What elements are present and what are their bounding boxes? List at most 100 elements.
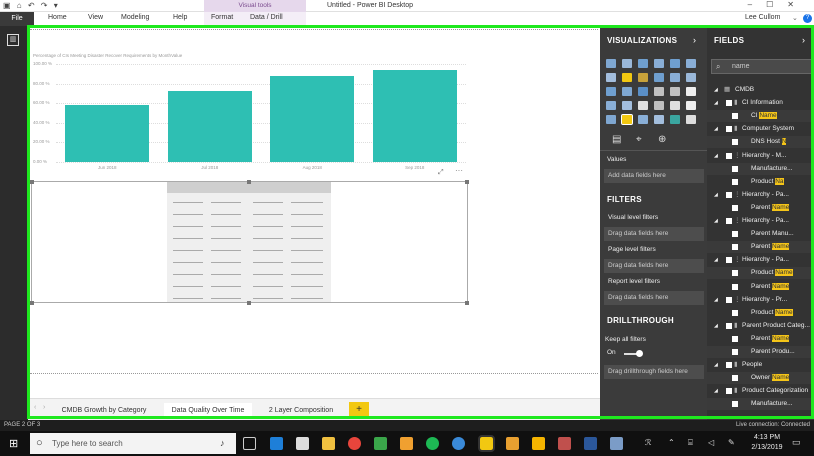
menu-format[interactable]: Format: [211, 14, 233, 21]
file-explorer-icon[interactable]: [322, 437, 335, 450]
line-cluster-icon[interactable]: [670, 73, 680, 82]
add-page-button[interactable]: +: [349, 402, 369, 417]
app-icon[interactable]: [610, 437, 623, 450]
mail-icon[interactable]: [296, 437, 309, 450]
field-item[interactable]: Manufacture...: [707, 398, 814, 411]
field-checkbox[interactable]: [732, 375, 738, 382]
field-checkbox[interactable]: [732, 139, 738, 146]
app-icon[interactable]: [452, 437, 465, 450]
power-bi-icon[interactable]: [478, 435, 495, 452]
quick-access-icons[interactable]: ▣ ⌂ ↶ ↷ ▾: [3, 1, 60, 10]
task-view-icon[interactable]: [243, 437, 256, 450]
waterfall-icon[interactable]: [606, 87, 616, 96]
focus-mode-icon[interactable]: ⤢: [438, 169, 444, 177]
menu-file[interactable]: File: [0, 12, 34, 26]
table-item[interactable]: ◢ ▦ CMDB: [707, 84, 814, 96]
field-checkbox[interactable]: [732, 309, 738, 316]
globe-icon[interactable]: [670, 115, 680, 124]
field-checkbox[interactable]: [732, 231, 738, 238]
notifications-icon[interactable]: ▭: [792, 437, 801, 448]
field-checkbox[interactable]: [726, 191, 732, 198]
microphone-icon[interactable]: ♪: [220, 433, 225, 454]
card-icon[interactable]: [654, 101, 664, 110]
app-icon[interactable]: [532, 437, 545, 450]
field-checkbox[interactable]: [732, 335, 738, 342]
app-icon[interactable]: [400, 437, 413, 450]
folder-item[interactable]: ◢ ⋮ Hierarchy - Pa...: [707, 254, 814, 266]
bar[interactable]: [65, 105, 150, 162]
field-checkbox[interactable]: [726, 152, 732, 159]
line-column-icon[interactable]: [654, 73, 664, 82]
field-checkbox[interactable]: [726, 126, 732, 133]
expand-chevron-icon[interactable]: ◢: [714, 123, 718, 135]
expand-chevron-icon[interactable]: ◢: [714, 254, 718, 266]
page-filters-dropzone[interactable]: Drag data fields here: [604, 259, 704, 273]
field-checkbox[interactable]: [726, 322, 732, 329]
resize-handle[interactable]: [30, 180, 34, 184]
clock-time[interactable]: 4:13 PM: [750, 434, 784, 441]
field-checkbox[interactable]: [732, 244, 738, 251]
field-item[interactable]: CI Name: [707, 110, 814, 123]
clustered-bar-icon[interactable]: [638, 59, 648, 68]
more-visuals-icon[interactable]: [686, 115, 696, 124]
tab-data-quality[interactable]: Data Quality Over Time: [164, 403, 252, 418]
expand-chevron-icon[interactable]: ◢: [714, 97, 718, 109]
expand-chevron-icon[interactable]: ◢: [714, 320, 718, 332]
scatter-icon[interactable]: [622, 87, 632, 96]
field-checkbox[interactable]: [732, 204, 738, 211]
tab-scroll-right-icon[interactable]: ›: [43, 404, 45, 411]
stacked-bar-icon[interactable]: [606, 59, 616, 68]
edge-icon[interactable]: [270, 437, 283, 450]
chrome-icon[interactable]: [348, 437, 361, 450]
menu-modeling[interactable]: Modeling: [121, 14, 149, 21]
field-item[interactable]: Parent Name: [707, 333, 814, 345]
resize-handle[interactable]: [465, 180, 469, 184]
multirow-card-icon[interactable]: [670, 101, 680, 110]
expand-chevron-icon[interactable]: ◢: [714, 215, 718, 227]
collapse-fields-icon[interactable]: ›: [802, 35, 805, 45]
field-item[interactable]: Product Name: [707, 267, 814, 280]
format-roller-icon[interactable]: ⌖: [636, 134, 642, 145]
field-item[interactable]: Manufacture...: [707, 162, 814, 175]
gauge-icon[interactable]: [638, 101, 648, 110]
more-options-icon[interactable]: ···: [455, 166, 463, 175]
folder-item[interactable]: ◢ ▮ People: [707, 359, 814, 371]
app-icon[interactable]: [558, 437, 571, 450]
filled-map-icon[interactable]: [606, 101, 616, 110]
field-item[interactable]: Owner Name: [707, 372, 814, 385]
field-item[interactable]: Product Na: [707, 176, 814, 188]
folder-item[interactable]: ◢ ▮ CI Information: [707, 97, 814, 109]
resize-handle[interactable]: [247, 301, 251, 305]
field-checkbox[interactable]: [726, 100, 732, 107]
table-icon[interactable]: [621, 114, 633, 125]
field-checkbox[interactable]: [726, 218, 732, 224]
expand-chevron-icon[interactable]: ◢: [714, 84, 718, 96]
field-checkbox[interactable]: [732, 113, 738, 120]
field-item[interactable]: Parent Produ...: [707, 346, 814, 358]
ribbon-icon[interactable]: [686, 73, 696, 82]
menu-data-drill[interactable]: Data / Drill: [250, 14, 283, 21]
windows-start-icon[interactable]: ⊞: [9, 437, 18, 450]
field-checkbox[interactable]: [726, 362, 732, 369]
folder-item[interactable]: ◢ ▮ Product Categorization: [707, 385, 814, 397]
field-checkbox[interactable]: [732, 165, 738, 172]
clock-date[interactable]: 2/13/2019: [750, 444, 784, 451]
tab-2-layer[interactable]: 2 Layer Composition: [262, 403, 340, 418]
folder-item[interactable]: ◢ ⋮ Hierarchy - Pa...: [707, 215, 814, 227]
fields-search-input[interactable]: ⌕ name: [711, 59, 812, 74]
funnel-icon[interactable]: [622, 101, 632, 110]
word-icon[interactable]: [584, 437, 597, 450]
user-name[interactable]: Lee Cullom: [745, 14, 780, 21]
spotify-icon[interactable]: [426, 437, 439, 450]
collapse-pane-icon[interactable]: ›: [693, 35, 696, 45]
stacked-column-icon[interactable]: [622, 59, 632, 68]
analytics-icon[interactable]: ⊕: [658, 134, 666, 145]
menu-help[interactable]: Help: [173, 14, 187, 21]
people-icon[interactable]: ℛ: [645, 438, 651, 447]
slicer-icon[interactable]: [606, 115, 616, 124]
expand-chevron-icon[interactable]: ◢: [714, 189, 718, 201]
field-checkbox[interactable]: [732, 270, 738, 277]
report-view-icon[interactable]: ▥: [7, 34, 19, 46]
app-icon[interactable]: [506, 437, 519, 450]
app-icon[interactable]: [374, 437, 387, 450]
